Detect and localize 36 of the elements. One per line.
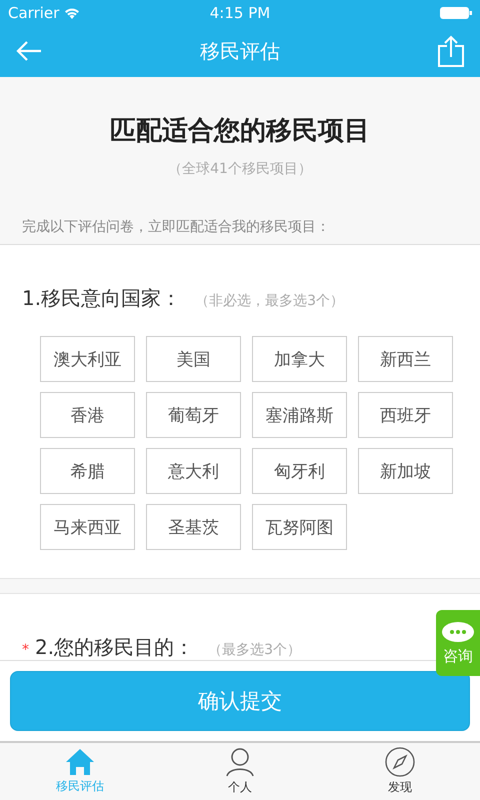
question-hint: （最多选3个） [208, 641, 302, 659]
option-button[interactable]: 塞浦路斯 [252, 392, 347, 438]
status-time: 4:15 PM [210, 4, 270, 22]
option-button[interactable]: 马来西亚 [40, 504, 135, 550]
question-title: 2.您的移民目的： [35, 634, 194, 660]
page-subtitle: （全球41个移民项目） [168, 160, 312, 178]
required-mark: * [22, 642, 29, 658]
home-icon [65, 748, 95, 776]
option-button[interactable]: 澳大利亚 [40, 336, 135, 382]
option-button[interactable]: 瓦努阿图 [252, 504, 347, 550]
option-button[interactable]: 葡萄牙 [146, 392, 241, 438]
option-button[interactable]: 香港 [40, 392, 135, 438]
option-button[interactable]: 加拿大 [252, 336, 347, 382]
page-heading: 匹配适合您的移民项目 [110, 115, 370, 148]
nav-title: 移民评估 [200, 38, 280, 64]
option-button[interactable]: 匈牙利 [252, 448, 347, 494]
question-hint: （非必选，最多选3个） [195, 292, 344, 310]
share-icon[interactable] [438, 35, 464, 67]
tab-item[interactable]: 个人 [160, 743, 320, 800]
intro-text: 完成以下评估问卷，立即匹配适合我的移民项目： [22, 218, 330, 236]
compass-icon [385, 747, 415, 777]
chat-icon [441, 620, 475, 642]
option-button[interactable]: 西班牙 [358, 392, 453, 438]
option-button[interactable]: 圣基茨 [146, 504, 241, 550]
option-button[interactable]: 意大利 [146, 448, 241, 494]
tab-item[interactable]: 发现 [320, 743, 480, 800]
carrier-label: Carrier [8, 4, 60, 22]
option-button[interactable]: 希腊 [40, 448, 135, 494]
person-icon [225, 747, 255, 777]
option-button[interactable]: 新西兰 [358, 336, 453, 382]
back-icon[interactable] [16, 41, 42, 61]
question-title: 1.移民意向国家： [22, 285, 182, 312]
option-button[interactable]: 新加坡 [358, 448, 453, 494]
battery-icon [440, 6, 472, 18]
option-button[interactable]: 美国 [146, 336, 241, 382]
wifi-icon [64, 6, 80, 18]
